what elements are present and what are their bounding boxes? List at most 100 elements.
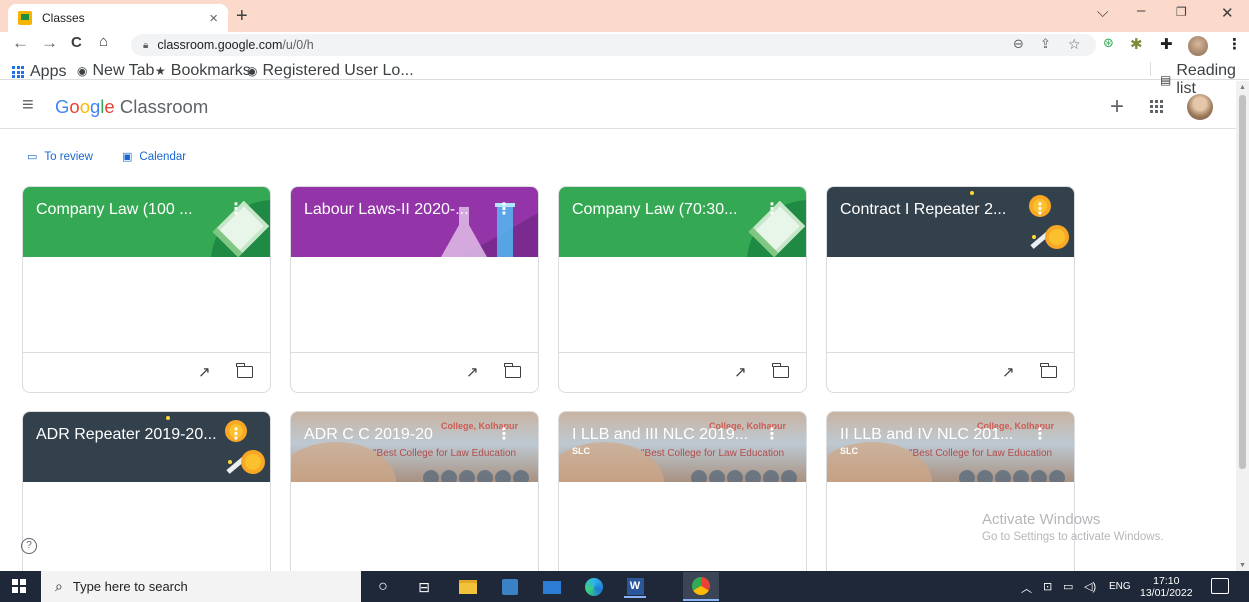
course-more-options-icon[interactable]: ⋮ [1032,199,1048,219]
tab-close-icon[interactable]: × [209,10,218,27]
word-icon[interactable]: W [624,576,646,598]
gradebook-trending-icon[interactable]: ↗ [734,363,747,381]
tab-search-chevron-icon[interactable]: ⌵ [1097,4,1108,21]
extension-bug-icon[interactable]: ✱ [1130,35,1143,53]
reload-icon[interactable]: C [71,34,82,51]
course-banner[interactable]: ADR Repeater 2019-20... ⋮ [23,412,270,482]
forward-arrow-icon[interactable]: → [41,33,58,53]
account-avatar[interactable] [1187,94,1213,120]
profile-avatar-icon[interactable] [1188,36,1208,56]
google-apps-icon[interactable] [1150,100,1163,113]
course-more-options-icon[interactable]: ⋮ [1032,424,1048,444]
course-title[interactable]: Company Law (100 ... [36,201,193,219]
gradebook-trending-icon[interactable]: ↗ [466,363,479,381]
main-menu-icon[interactable]: ≡ [22,94,34,117]
course-title[interactable]: ADR C C 2019-20 [304,426,433,444]
course-more-options-icon[interactable]: ⋮ [764,424,780,444]
course-banner[interactable]: College, Kolhapur "Best College for Law E… [827,412,1074,482]
scroll-down-icon[interactable]: ▼ [1239,562,1246,569]
file-explorer-icon[interactable] [457,576,479,598]
course-banner[interactable]: College, Kolhapur "Best College for Law E… [559,412,806,482]
course-title[interactable]: Contract I Repeater 2... [840,201,1006,219]
mail-icon[interactable] [541,576,563,598]
course-banner[interactable]: Company Law (70:30... ⋮ [559,187,806,257]
scroll-up-icon[interactable]: ▲ [1239,84,1246,91]
gradebook-trending-icon[interactable]: ↗ [198,363,211,381]
course-more-options-icon[interactable]: ⋮ [228,199,244,219]
new-tab-button[interactable]: + [236,5,248,28]
browser-menu-icon[interactable]: ⋮ [1227,35,1242,53]
course-title[interactable]: Labour Laws-II 2020-... [304,201,469,219]
course-card[interactable]: Company Law (100 ... ⋮ ↗ [22,186,271,393]
star-icon: ★ [155,64,166,78]
taskbar-clock[interactable]: 17:10 13/01/2022 [1140,575,1193,599]
course-card[interactable]: Company Law (70:30... ⋮ ↗ [558,186,807,393]
bookmark-apps[interactable]: Apps [12,63,66,81]
course-card[interactable]: College, Kolhapur "Best College for Law E… [826,411,1075,581]
course-more-options-icon[interactable]: ⋮ [496,424,512,444]
course-more-options-icon[interactable]: ⋮ [228,424,244,444]
zoom-icon[interactable]: ⊖ [1013,36,1024,52]
drive-folder-icon[interactable] [772,363,789,378]
drive-folder-icon[interactable] [236,363,253,378]
drive-folder-icon[interactable] [1040,363,1057,378]
globe-icon: ◉ [247,64,258,78]
edge-icon[interactable] [583,576,605,598]
to-review-link[interactable]: ▭ To review [27,150,93,164]
cortana-icon[interactable]: ○ [372,576,394,598]
extension-arrow-icon[interactable]: ⊛ [1103,35,1114,51]
course-more-options-icon[interactable]: ⋮ [764,199,780,219]
task-view-icon[interactable]: ⊟ [413,576,435,598]
add-class-icon[interactable]: + [1110,93,1124,121]
course-title[interactable]: I LLB and III NLC 2019... [572,426,748,444]
share-icon[interactable]: ⇪ [1040,36,1051,52]
address-bar[interactable]: 🔒︎ classroom.google.com/u/0/h [131,34,1096,56]
tray-chevron-icon[interactable]: ︿ [1021,580,1032,596]
bookmark-bookmarks[interactable]: ★ Bookmarks [155,62,251,80]
scrollbar-thumb[interactable] [1239,95,1246,469]
browser-tab-classes[interactable]: Classes × [8,4,228,32]
apps-grid-icon [12,66,24,78]
help-icon[interactable]: ? [21,538,37,554]
course-card[interactable]: Contract I Repeater 2... ⋮ ↗ [826,186,1075,393]
volume-icon[interactable]: ◁) [1084,580,1096,593]
taskbar-search-box[interactable]: ⌕ Type here to search [41,571,361,602]
course-banner[interactable]: Company Law (100 ... ⋮ [23,187,270,257]
back-arrow-icon[interactable]: ← [12,33,29,53]
close-window-button[interactable]: ✕ [1221,4,1234,22]
course-title[interactable]: ADR Repeater 2019-20... [36,426,217,444]
network-icon[interactable]: ▭ [1063,580,1073,593]
restore-button[interactable]: ❐ [1176,5,1187,19]
page-scrollbar[interactable]: ▲ ▼ [1236,81,1249,571]
tab-title: Classes [42,11,85,25]
lock-icon: 🔒︎ [143,39,149,51]
bookmark-registered-user[interactable]: ◉ Registered User Lo... [247,62,414,80]
windows-start-icon[interactable] [12,579,26,593]
course-card[interactable]: Labour Laws-II 2020-... ⋮ ↗ [290,186,539,393]
course-banner[interactable]: Labour Laws-II 2020-... ⋮ [291,187,538,257]
extensions-puzzle-icon[interactable]: ✚ [1160,35,1173,53]
google-classroom-logo[interactable]: Google Classroom [55,96,208,118]
chrome-taskbar-icon[interactable] [683,572,719,601]
course-title[interactable]: II LLB and IV NLC 201... [840,426,1013,444]
course-title[interactable]: Company Law (70:30... [572,201,737,219]
bookmark-new-tab[interactable]: ◉ New Tab [77,62,154,80]
gradebook-trending-icon[interactable]: ↗ [1002,363,1015,381]
course-card-footer: ↗ [23,352,270,392]
minimize-button[interactable]: – [1137,2,1145,19]
store-icon[interactable] [499,576,521,598]
course-card-footer: ↗ [291,352,538,392]
calendar-link[interactable]: ▣ Calendar [122,150,186,164]
course-banner[interactable]: Contract I Repeater 2... ⋮ [827,187,1074,257]
course-card[interactable]: ADR Repeater 2019-20... ⋮ [22,411,271,581]
course-banner[interactable]: College, Kolhapur "Best College for Law E… [291,412,538,482]
bookmark-star-icon[interactable]: ☆ [1068,36,1081,53]
course-card[interactable]: College, Kolhapur "Best College for Law E… [558,411,807,581]
course-more-options-icon[interactable]: ⋮ [496,199,512,219]
language-indicator[interactable]: ENG [1109,581,1131,592]
notification-center-icon[interactable] [1211,578,1229,594]
course-card[interactable]: College, Kolhapur "Best College for Law E… [290,411,539,581]
home-icon[interactable]: ⌂ [99,33,108,50]
meet-now-icon[interactable]: ⊡ [1043,580,1052,593]
drive-folder-icon[interactable] [504,363,521,378]
